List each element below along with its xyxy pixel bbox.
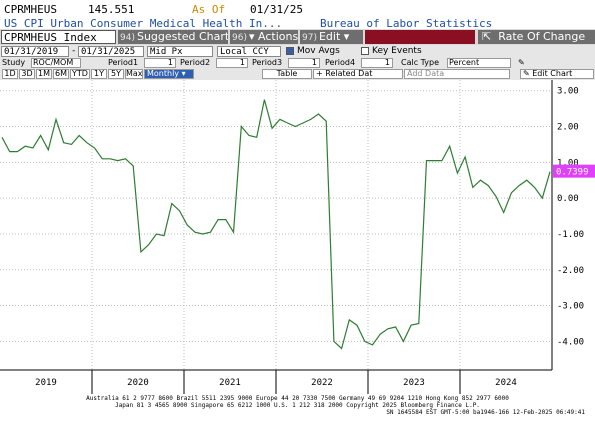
actions-button[interactable]: 96)▾ Actions ▾ xyxy=(230,30,298,44)
security-input[interactable]: CPRMHEUS Index xyxy=(1,30,116,44)
x-tick-label: 2021 xyxy=(219,378,241,388)
x-tick-label: 2023 xyxy=(403,378,425,388)
external-link-icon: ⇱ xyxy=(482,30,492,43)
period2-label: Period2 xyxy=(180,58,211,67)
plus-icon: + xyxy=(316,69,323,78)
related-data-label: Related Dat xyxy=(325,69,373,78)
key-events-checkbox[interactable] xyxy=(361,47,369,55)
related-data-button[interactable]: + Related Dat xyxy=(313,69,403,79)
footer-session: SN 1645584 EST GMT-5:00 ba1946-166 12-Fe… xyxy=(386,409,585,416)
as-of-label: As Of xyxy=(192,3,226,16)
study-label: Study xyxy=(2,58,26,67)
rate-of-change-label: Rate Of Change xyxy=(498,30,586,43)
mov-avgs-checkbox[interactable] xyxy=(286,47,294,55)
suggested-charts-label: Suggested Charts xyxy=(136,30,228,43)
period-button-max[interactable]: Max xyxy=(125,69,143,79)
edit-hotkey: 97) xyxy=(302,33,317,43)
period-button-5y[interactable]: 5Y xyxy=(108,69,124,79)
period4-label: Period4 xyxy=(325,58,356,67)
table-button[interactable]: Table xyxy=(262,69,312,79)
key-events-label: Key Events xyxy=(372,46,422,56)
y-tick-label: 3.00 xyxy=(557,87,579,97)
x-tick-label: 2019 xyxy=(35,378,57,388)
start-date-input[interactable]: 01/31/2019 xyxy=(1,46,69,57)
period-button-ytd[interactable]: YTD xyxy=(70,69,90,79)
edit-chart-button[interactable]: ✎ Edit Chart xyxy=(520,69,594,79)
edit-button[interactable]: 97) Edit ▾ xyxy=(300,30,363,44)
period-button-1m[interactable]: 1M xyxy=(36,69,52,79)
rate-of-change-button[interactable]: ⇱ Rate Of Change xyxy=(478,30,595,44)
edit-label: Edit xyxy=(318,30,341,43)
price-type-select[interactable]: Mid Px xyxy=(147,46,213,57)
rate-of-change-chart: 3.002.001.000.00-1.00-2.00-3.00-4.00 201… xyxy=(0,80,595,395)
pencil-icon: ✎ xyxy=(523,69,530,78)
period3-input[interactable]: 1 xyxy=(288,58,320,68)
last-price: 145.551 xyxy=(88,3,135,16)
period-button-3d[interactable]: 3D xyxy=(19,69,35,79)
date-separator: - xyxy=(71,46,77,56)
chart-background xyxy=(0,80,595,395)
y-tick-label: -3.00 xyxy=(557,302,584,312)
suggested-charts-hotkey: 94) xyxy=(120,33,135,43)
ticker-symbol: CPRMHEUS xyxy=(4,3,57,16)
y-tick-label: -4.00 xyxy=(557,337,584,347)
period1-label: Period1 xyxy=(108,58,139,67)
calc-type-label: Calc Type xyxy=(401,58,440,67)
study-select[interactable]: ROC/MOM xyxy=(31,58,81,68)
currency-select[interactable]: Local CCY xyxy=(217,46,281,57)
as-of-date: 01/31/25 xyxy=(250,3,303,16)
footer-contacts-2: Japan 81 3 4565 8900 Singapore 65 6212 1… xyxy=(115,402,480,409)
last-value-text: 0.7399 xyxy=(556,168,589,178)
frequency-select[interactable]: Monthly ▾ xyxy=(144,69,194,79)
period1-input[interactable]: 1 xyxy=(144,58,176,68)
x-tick-label: 2024 xyxy=(495,378,517,388)
x-tick-label: 2022 xyxy=(311,378,333,388)
period-button-6m[interactable]: 6M xyxy=(53,69,69,79)
period2-input[interactable]: 1 xyxy=(216,58,248,68)
pencil-icon[interactable]: ✎ xyxy=(518,58,525,68)
end-date-input[interactable]: 01/31/2025 xyxy=(78,46,144,57)
actions-hotkey: 96) xyxy=(232,33,247,43)
actions-label: Actions xyxy=(258,30,298,43)
y-tick-label: 2.00 xyxy=(557,123,579,133)
edit-chart-label: Edit Chart xyxy=(532,69,573,78)
chevron-down-icon: ▾ xyxy=(181,69,186,78)
y-tick-label: 0.00 xyxy=(557,194,579,204)
chevron-down-icon: ▾ xyxy=(340,30,350,43)
calc-type-select[interactable]: Percent xyxy=(447,58,511,68)
suggested-charts-button[interactable]: 94) Suggested Charts xyxy=(118,30,228,44)
period-button-1y[interactable]: 1Y xyxy=(91,69,107,79)
y-tick-label: -2.00 xyxy=(557,266,584,276)
footer-contacts: Australia 61 2 9777 8600 Brazil 5511 239… xyxy=(86,395,509,402)
x-tick-label: 2020 xyxy=(127,378,149,388)
mov-avgs-label: Mov Avgs xyxy=(297,46,340,56)
period4-input[interactable]: 1 xyxy=(361,58,393,68)
last-value-label: 0.7399 xyxy=(553,164,595,178)
frequency-label: Monthly xyxy=(147,69,180,78)
period-button-1d[interactable]: 1D xyxy=(2,69,18,79)
chevron-down-icon: ▾ xyxy=(248,30,255,43)
period3-label: Period3 xyxy=(252,58,283,67)
add-data-input[interactable]: Add Data xyxy=(404,69,510,79)
y-tick-label: -1.00 xyxy=(557,230,584,240)
alert-bar xyxy=(365,30,475,44)
